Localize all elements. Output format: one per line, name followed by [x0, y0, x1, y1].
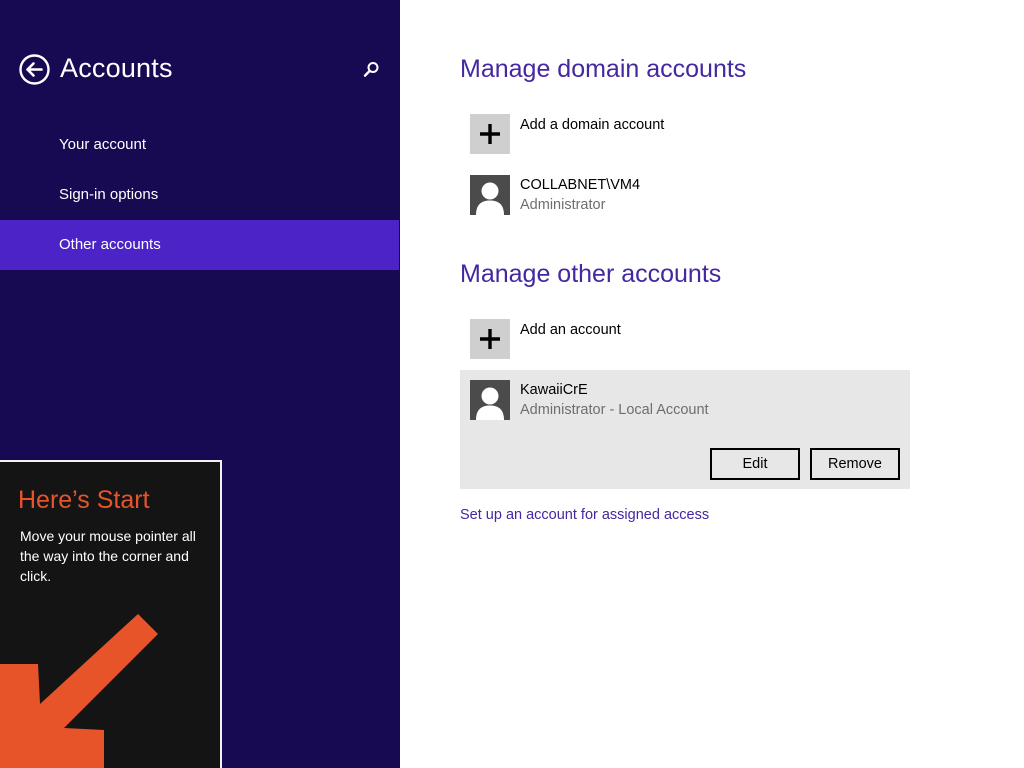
assigned-access-link[interactable]: Set up an account for assigned access [460, 507, 709, 523]
nav-item-sign-in-options[interactable]: Sign-in options [0, 170, 399, 220]
search-button[interactable] [361, 60, 381, 80]
plus-icon [480, 124, 500, 144]
domain-accounts-heading: Manage domain accounts [460, 55, 747, 83]
plus-icon [480, 329, 500, 349]
local-account-role: Administrator - Local Account [520, 402, 709, 418]
add-account-label[interactable]: Add an account [520, 322, 621, 338]
add-domain-account-label[interactable]: Add a domain account [520, 117, 664, 133]
add-account-button[interactable] [470, 319, 510, 359]
corner-arrow-icon [0, 614, 158, 768]
edit-button[interactable]: Edit [710, 448, 800, 480]
nav-item-label: Sign-in options [59, 186, 159, 203]
domain-account-avatar [470, 175, 510, 215]
start-tip-overlay[interactable]: Here’s Start Move your mouse pointer all… [0, 460, 222, 768]
user-avatar-icon [476, 387, 504, 420]
pc-settings-window: Accounts Your account Sign-in options Ot… [0, 0, 1024, 768]
nav-item-your-account[interactable]: Your account [0, 120, 399, 170]
remove-button[interactable]: Remove [810, 448, 900, 480]
tip-body: Move your mouse pointer all the way into… [20, 528, 196, 584]
add-domain-account-button[interactable] [470, 114, 510, 154]
tip-title: Here’s Start [18, 486, 150, 514]
page-title: Accounts [60, 53, 173, 83]
other-accounts-heading: Manage other accounts [460, 260, 722, 288]
nav-item-label: Other accounts [59, 236, 161, 253]
back-arrow-circle-icon [19, 54, 50, 85]
back-button[interactable] [19, 54, 50, 85]
local-account-avatar [470, 380, 510, 420]
nav-item-other-accounts[interactable]: Other accounts [0, 220, 399, 270]
search-icon [363, 62, 379, 77]
nav-item-label: Your account [59, 136, 147, 153]
local-account-name: KawaiiCrE [520, 382, 588, 398]
domain-account-role: Administrator [520, 197, 606, 213]
user-avatar-icon [476, 182, 504, 215]
domain-account-name[interactable]: COLLABNET\VM4 [520, 177, 640, 193]
